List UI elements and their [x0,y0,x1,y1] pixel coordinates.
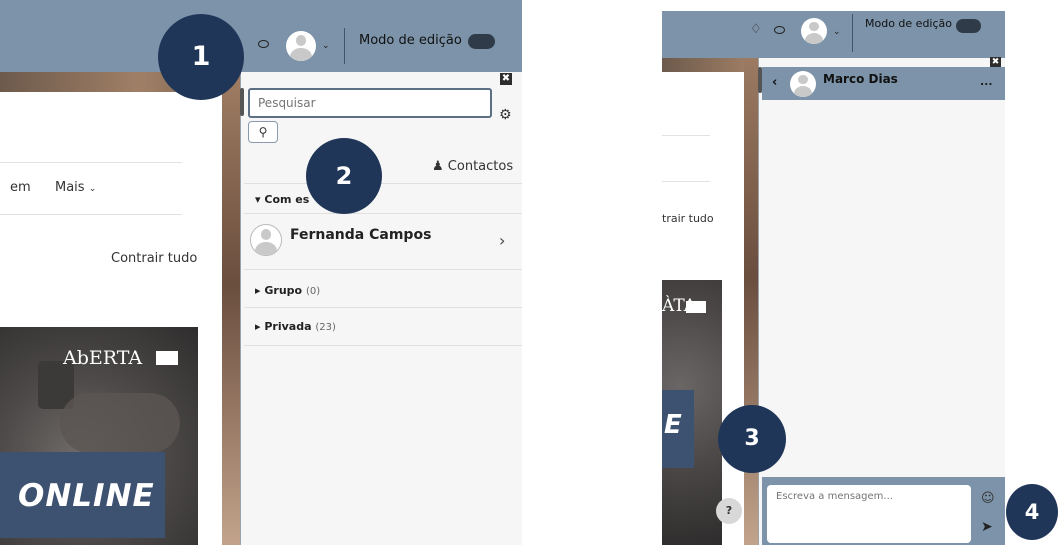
course-banner-image: AbERTA ONLINE [0,327,198,545]
messages-icon[interactable] [258,40,269,48]
group-label: Grupo [264,284,303,297]
nav-more-label: Mais [55,180,85,195]
chat-drawer [758,58,1005,545]
left-screenshot: ⌄ Modo de edição em Mais ⌄ Contrair tudo… [0,0,522,545]
edit-mode-label: Modo de edição [359,33,462,48]
back-arrow-icon[interactable]: ‹ [772,75,777,90]
send-icon[interactable]: ➤ [981,519,993,535]
step-badge-4: 4 [1006,484,1058,540]
contact-name: Fernanda Campos [290,227,432,243]
private-count: (23) [315,322,336,333]
group-section-header[interactable]: ▸ Grupo (0) [255,284,320,297]
nav-item-partial[interactable]: em [10,180,31,195]
logo-box-shape [686,301,706,313]
online-text-partial: E [664,410,682,440]
chat-contact-name[interactable]: Marco Dias [823,72,898,86]
search-button[interactable]: ⚲ [248,121,278,143]
step-badge-3: 3 [718,405,786,473]
bell-icon[interactable]: ♢ [750,22,762,37]
edit-mode-label: Modo de edição [865,17,953,30]
step-badge-1: 1 [158,14,244,100]
collapse-all-link-partial[interactable]: trair tudo [662,212,714,225]
edit-mode-toggle[interactable] [468,34,495,49]
person-icon: ♟ [432,159,444,174]
step-badge-2: 2 [306,138,382,214]
contact-avatar [250,224,282,256]
close-icon[interactable]: ✖ [500,73,512,85]
online-banner: ONLINE [0,452,165,538]
search-input[interactable] [248,88,492,118]
nav-divider-bottom [0,214,182,215]
banner-hand-shape [60,393,180,453]
navbar-divider [344,28,345,64]
collapse-all-link[interactable]: Contrair tudo [111,251,197,266]
chevron-down-icon[interactable]: ⌄ [833,27,841,37]
nav-divider-top [662,135,710,136]
gear-icon[interactable]: ⚙ [499,107,512,123]
page-edge-photo [222,72,240,545]
messages-icon[interactable] [774,26,785,34]
group-count: (0) [305,286,321,297]
starred-label: Com es [264,193,310,206]
university-logo: AbERTA [63,347,143,369]
nav-more-menu[interactable]: Mais ⌄ [55,180,96,195]
section-divider [244,345,522,346]
logo-box-shape [156,351,178,365]
navbar-divider [852,14,853,52]
caret-right-icon: ▸ [255,284,261,297]
nav-divider-top [0,162,182,163]
contacts-label: Contactos [447,159,514,174]
more-options-icon[interactable]: ... [980,75,993,88]
message-input[interactable] [767,485,971,543]
nav-divider-bottom [662,181,710,182]
search-icon: ⚲ [258,125,268,139]
right-screenshot: ♢ ⌄ Modo de edição trair tudo ÀTA E ? ✖ … [662,0,1063,545]
chevron-down-icon: ⌄ [88,184,97,194]
user-avatar[interactable] [286,31,316,61]
user-avatar[interactable] [801,18,827,44]
header-photo [662,58,752,72]
help-button[interactable]: ? [716,498,742,524]
contacts-link[interactable]: ♟ Contactos [432,159,513,174]
chat-contact-avatar[interactable] [790,71,816,97]
caret-right-icon: ▸ [255,320,261,333]
edit-mode-toggle[interactable] [956,19,981,33]
close-icon[interactable]: ✖ [990,57,1001,67]
starred-section-header[interactable]: ▾ Com es [255,193,309,206]
chevron-right-icon[interactable]: › [499,231,505,250]
drawer-scroll-handle[interactable] [240,88,244,116]
online-banner-partial: E [662,390,694,468]
caret-down-icon: ▾ [255,193,261,206]
private-label: Privada [264,320,312,333]
online-text: ONLINE [18,478,155,514]
chevron-down-icon[interactable]: ⌄ [322,41,330,51]
private-section-header[interactable]: ▸ Privada (23) [255,320,336,333]
emoji-icon[interactable]: ☺ [981,491,995,506]
